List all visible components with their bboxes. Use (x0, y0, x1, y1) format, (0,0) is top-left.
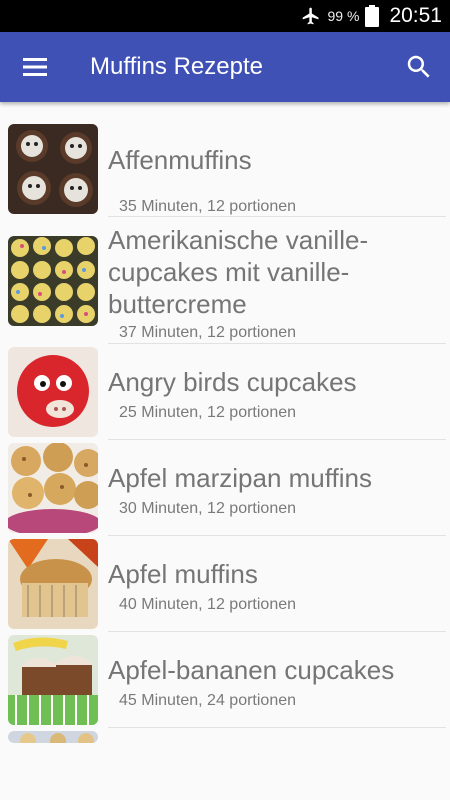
recipe-meta: 25 Minuten, 12 portionen (119, 404, 297, 421)
recipe-item-amerikanische-vanille-cupcakes[interactable]: Amerikanische vanille-cupcakes mit vanil… (0, 218, 450, 344)
recipe-thumbnail (8, 236, 98, 326)
recipe-thumbnail (8, 124, 98, 214)
battery-percentage: 99 % (327, 8, 360, 24)
app-title: Muffins Rezepte (90, 53, 263, 80)
app-bar: Muffins Rezepte (0, 32, 450, 102)
recipe-meta: 30 Minuten, 12 portionen (119, 500, 297, 517)
battery-icon (365, 5, 380, 27)
menu-button[interactable] (18, 54, 52, 80)
recipe-meta: 37 Minuten, 12 portionen (119, 324, 297, 341)
recipe-list[interactable]: Affenmuffins 35 Minuten, 12 portionen Am… (0, 102, 450, 800)
recipe-title: Amerikanische vanille-cupcakes mit vanil… (108, 225, 369, 319)
airplane-mode-icon (300, 6, 322, 26)
recipe-thumbnail (8, 347, 98, 437)
clock: 20:51 (389, 4, 442, 27)
divider (108, 216, 446, 217)
recipe-meta: 40 Minuten, 12 portionen (119, 596, 297, 613)
recipe-meta: 35 Minuten, 12 portionen (119, 198, 297, 215)
recipe-item-apfel-marzipan-muffins[interactable]: Apfel marzipan muffins 30 Minuten, 12 po… (0, 440, 450, 535)
recipe-item-affenmuffins[interactable]: Affenmuffins 35 Minuten, 12 portionen (0, 120, 450, 218)
recipe-thumbnail (8, 539, 98, 629)
recipe-item-angry-birds-cupcakes[interactable]: Angry birds cupcakes 25 Minuten, 12 port… (0, 344, 450, 439)
search-icon (407, 55, 430, 78)
recipe-thumbnail (8, 443, 98, 533)
recipe-item-apfel-bananen-cupcakes[interactable]: Apfel-bananen cupcakes 45 Minuten, 24 po… (0, 632, 450, 727)
status-bar: 99 % 20:51 (0, 0, 450, 32)
recipe-thumbnail (8, 635, 98, 725)
status-icons: 99 % 20:51 (300, 0, 442, 32)
recipe-meta: 45 Minuten, 24 portionen (119, 692, 297, 709)
recipe-title: Affenmuffins (108, 145, 252, 175)
recipe-title: Apfel-bananen cupcakes (108, 655, 395, 685)
search-button[interactable] (404, 52, 436, 84)
recipe-item-partial[interactable] (0, 728, 450, 748)
recipe-title: Angry birds cupcakes (108, 367, 357, 397)
recipe-thumbnail (8, 731, 98, 743)
recipe-title: Apfel marzipan muffins (108, 463, 372, 493)
recipe-title: Apfel muffins (108, 559, 258, 589)
menu-icon (23, 58, 47, 76)
recipe-item-apfel-muffins[interactable]: Apfel muffins 40 Minuten, 12 portionen (0, 536, 450, 631)
